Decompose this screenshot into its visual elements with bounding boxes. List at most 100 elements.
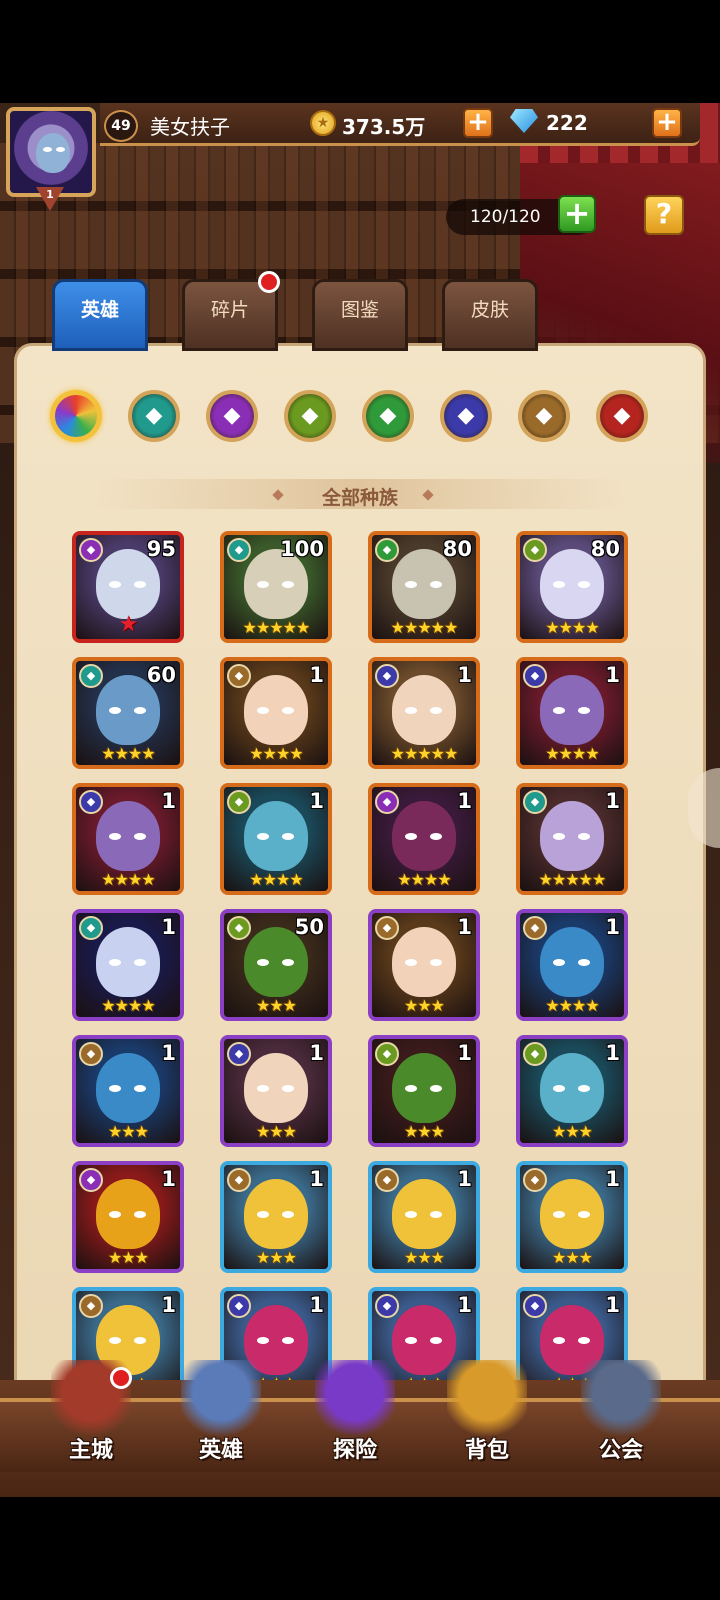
game-screen: 1 49 美女扶子 ★ 373.5万 + 222 + 120/120 + ? 英… (0, 103, 720, 1497)
hero-level: 1 (309, 1041, 324, 1065)
hero-eye (553, 833, 565, 840)
hero-eye (257, 959, 269, 966)
hero-level: 1 (309, 789, 324, 813)
hero-stars: ★★★★★ (538, 870, 607, 889)
hero-card[interactable]: ◆ 95 ★ (72, 531, 184, 643)
hero-card[interactable]: ◆ 80 ★★★★★ (368, 531, 480, 643)
hero-level: 1 (457, 1167, 472, 1191)
faction-abyss-icon: ◆ (79, 790, 103, 814)
hero-card[interactable]: ◆ 1 ★★★★ (72, 909, 184, 1021)
hero-card[interactable]: ◆ 1 ★★★ (516, 1035, 628, 1147)
hero-level: 1 (309, 1167, 324, 1191)
hero-card[interactable]: ◆ 60 ★★★★ (72, 657, 184, 769)
avatar-eye (56, 147, 65, 152)
hero-card[interactable]: ◆ 50 ★★★ (220, 909, 332, 1021)
hero-eye (257, 1085, 269, 1092)
all-factions-icon[interactable] (50, 390, 102, 442)
hero-level: 1 (161, 1293, 176, 1317)
hero-eye (282, 1211, 294, 1218)
hero-stars: ★★★★ (101, 744, 155, 763)
hero-card[interactable]: ◆ 1 ★★★ (516, 1161, 628, 1273)
faction-dark-icon: ◆ (375, 790, 399, 814)
hero-head (392, 675, 456, 745)
hero-stars: ★★★ (551, 1248, 593, 1267)
hero-card[interactable]: ◆ 1 ★★★★ (72, 783, 184, 895)
hero-eye (134, 581, 146, 588)
hero-eye (109, 1211, 121, 1218)
faction-light-icon[interactable]: ◆ (518, 390, 570, 442)
add-stamina-button[interactable]: + (558, 195, 596, 233)
hero-card[interactable]: ◆ 1 ★★★★ (220, 657, 332, 769)
guild-icon (581, 1360, 661, 1440)
faction-forest-icon: ◆ (227, 538, 251, 562)
hero-eye (109, 707, 121, 714)
player-level: 49 (104, 110, 138, 142)
hero-eye (257, 707, 269, 714)
hero-eye (282, 581, 294, 588)
hero-card[interactable]: ◆ 1 ★★★ (368, 1161, 480, 1273)
hero-eye (553, 581, 565, 588)
hero-card[interactable]: ◆ 1 ★★★★ (368, 783, 480, 895)
nav-item-hero[interactable]: 英雄 (166, 1360, 276, 1470)
avatar-eye (43, 147, 52, 152)
hero-eye (553, 1085, 565, 1092)
hero-level: 1 (605, 1167, 620, 1191)
faction-abyss-icon: ◆ (375, 664, 399, 688)
hero-card[interactable]: ◆ 80 ★★★★ (516, 531, 628, 643)
tab-codex[interactable]: 图鉴 (312, 279, 408, 351)
hero-card[interactable]: ◆ 100 ★★★★★ (220, 531, 332, 643)
faction-dark-icon: ◆ (79, 1168, 103, 1192)
nav-item-guild[interactable]: 公会 (566, 1360, 676, 1470)
hero-level: 1 (161, 915, 176, 939)
hero-eye (578, 1085, 590, 1092)
hero-card[interactable]: ◆ 1 ★★★ (72, 1161, 184, 1273)
gold-value: 373.5万 (342, 115, 426, 139)
tab-heroes[interactable]: 英雄 (52, 279, 148, 351)
tab-skins[interactable]: 皮肤 (442, 279, 538, 351)
hero-stars: ★★★ (255, 1122, 297, 1141)
hero-head (540, 927, 604, 997)
nav-item-backpack[interactable]: 背包 (432, 1360, 542, 1470)
nav-item-portal[interactable]: 探险 (300, 1360, 410, 1470)
help-button[interactable]: ? (644, 195, 684, 235)
hero-level: 1 (161, 1167, 176, 1191)
player-avatar[interactable] (6, 107, 96, 197)
hero-head (540, 675, 604, 745)
hero-card[interactable]: ◆ 1 ★★★ (368, 1035, 480, 1147)
hero-card[interactable]: ◆ 1 ★★★★★ (368, 657, 480, 769)
hero-card[interactable]: ◆ 1 ★★★★★ (516, 783, 628, 895)
add-gold-button[interactable]: + (463, 108, 493, 138)
faction-forest-icon[interactable]: ◆ (128, 390, 180, 442)
hero-stars: ★★★★★ (390, 618, 459, 637)
hero-eye (430, 707, 442, 714)
hero-card[interactable]: ◆ 1 ★★★ (72, 1035, 184, 1147)
hero-level: 1 (457, 789, 472, 813)
notification-dot (110, 1367, 132, 1389)
faction-nature-icon[interactable]: ◆ (284, 390, 336, 442)
hero-head (244, 1053, 308, 1123)
hero-card[interactable]: ◆ 1 ★★★★ (516, 657, 628, 769)
hero-card[interactable]: ◆ 1 ★★★ (368, 909, 480, 1021)
hero-head (540, 1053, 604, 1123)
hero-head (244, 675, 308, 745)
hero-card[interactable]: ◆ 1 ★★★★ (220, 783, 332, 895)
hero-card[interactable]: ◆ 1 ★★★★ (516, 909, 628, 1021)
hero-eye (109, 581, 121, 588)
hero-icon (181, 1360, 261, 1440)
faction-nature-icon: ◆ (523, 1042, 547, 1066)
hero-head (244, 801, 308, 871)
faction-leaf-icon[interactable]: ◆ (362, 390, 414, 442)
hero-card[interactable]: ◆ 1 ★★★ (220, 1161, 332, 1273)
hero-head (540, 1179, 604, 1249)
hero-eye (405, 833, 417, 840)
add-gems-button[interactable]: + (652, 108, 682, 138)
nav-label: 探险 (332, 1438, 377, 1463)
faction-fire-icon[interactable]: ◆ (596, 390, 648, 442)
hero-card[interactable]: ◆ 1 ★★★ (220, 1035, 332, 1147)
hero-eye (578, 707, 590, 714)
vip-level: 1 (46, 188, 54, 201)
faction-dark-icon[interactable]: ◆ (206, 390, 258, 442)
faction-abyss-icon[interactable]: ◆ (440, 390, 492, 442)
hero-eye (430, 833, 442, 840)
hero-stars: ★★★★ (397, 870, 451, 889)
